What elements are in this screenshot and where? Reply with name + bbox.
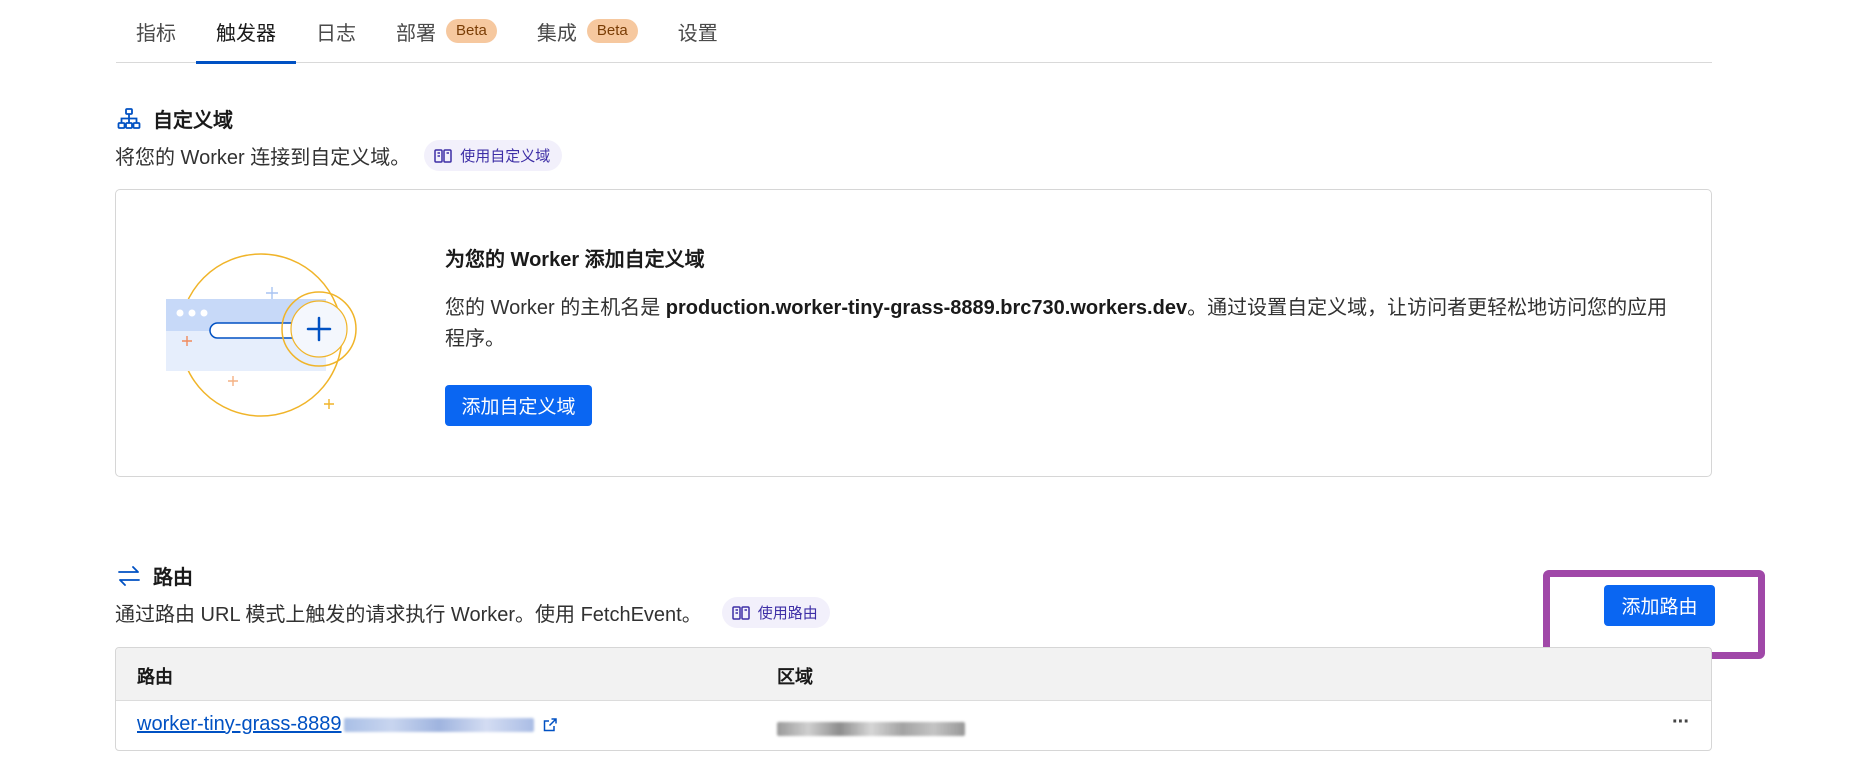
route-cell: worker-tiny-grass-8889 (137, 713, 558, 736)
tab-bar: 指标 触发器 日志 部署 Beta 集成 Beta 设置 (116, 0, 1712, 64)
add-custom-domain-button[interactable]: 添加自定义域 (445, 385, 592, 426)
tab-settings[interactable]: 设置 (658, 0, 738, 62)
custom-domain-description: 将您的 Worker 连接到自定义域。 使用自定义域 (115, 140, 563, 171)
doc-link-label: 使用路由 (757, 605, 818, 622)
tab-label: 日志 (316, 22, 356, 45)
hostname: production.worker-tiny-grass-8889.brc730… (665, 297, 1188, 319)
description-text: 将您的 Worker 连接到自定义域。 (115, 147, 411, 169)
table-row: worker-tiny-grass-8889 ··· (116, 701, 1711, 750)
tab-integrations[interactable]: 集成 Beta (517, 0, 658, 62)
tab-deployments[interactable]: 部署 Beta (376, 0, 517, 62)
route-link[interactable]: worker-tiny-grass-8889 (137, 713, 534, 736)
tab-label: 触发器 (216, 22, 276, 45)
table-header: 路由 区域 (116, 648, 1711, 701)
card-text-before: 您的 Worker 的主机名是 (445, 297, 666, 319)
beta-badge: Beta (586, 19, 638, 43)
route-text: worker-tiny-grass-8889 (137, 713, 342, 735)
book-icon (434, 148, 452, 163)
custom-domain-heading: 自定义域 (117, 104, 233, 133)
beta-badge: Beta (446, 19, 497, 43)
routes-heading: 路由 (117, 561, 193, 590)
column-header-zone: 区域 (777, 667, 813, 687)
highlight-box (1543, 570, 1765, 659)
routes-doc-link[interactable]: 使用路由 (721, 597, 830, 628)
tab-triggers[interactable]: 触发器 (196, 0, 296, 64)
tab-label: 部署 (396, 22, 436, 45)
tab-logs[interactable]: 日志 (296, 0, 376, 62)
routes-table: 路由 区域 worker-tiny-grass-8889 ··· (115, 647, 1712, 751)
tab-label: 集成 (536, 22, 577, 45)
row-more-options-icon[interactable]: ··· (1672, 711, 1690, 734)
doc-link-label: 使用自定义域 (460, 148, 551, 165)
card-title: 为您的 Worker 添加自定义域 (445, 249, 705, 271)
routes-description: 通过路由 URL 模式上触发的请求执行 Worker。使用 FetchEvent… (115, 597, 830, 628)
arrows-left-right-icon (118, 565, 140, 586)
description-text: 通过路由 URL 模式上触发的请求执行 Worker。使用 FetchEvent… (115, 604, 702, 626)
tab-metrics[interactable]: 指标 (116, 0, 196, 62)
external-link-icon[interactable] (542, 717, 558, 733)
column-header-route: 路由 (137, 667, 173, 687)
tab-label: 指标 (136, 22, 176, 45)
book-icon (732, 605, 750, 620)
custom-domain-doc-link[interactable]: 使用自定义域 (424, 140, 563, 171)
tab-label: 设置 (677, 22, 718, 45)
card-text: 您的 Worker 的主机名是 production.worker-tiny-g… (445, 293, 1675, 355)
section-title: 路由 (153, 567, 193, 589)
sitemap-icon (117, 107, 141, 129)
browser-add-illustration (166, 253, 357, 417)
redacted-route-suffix (343, 717, 534, 732)
section-title: 自定义域 (153, 110, 233, 132)
redacted-zone (777, 722, 965, 736)
zone-cell (777, 719, 965, 742)
